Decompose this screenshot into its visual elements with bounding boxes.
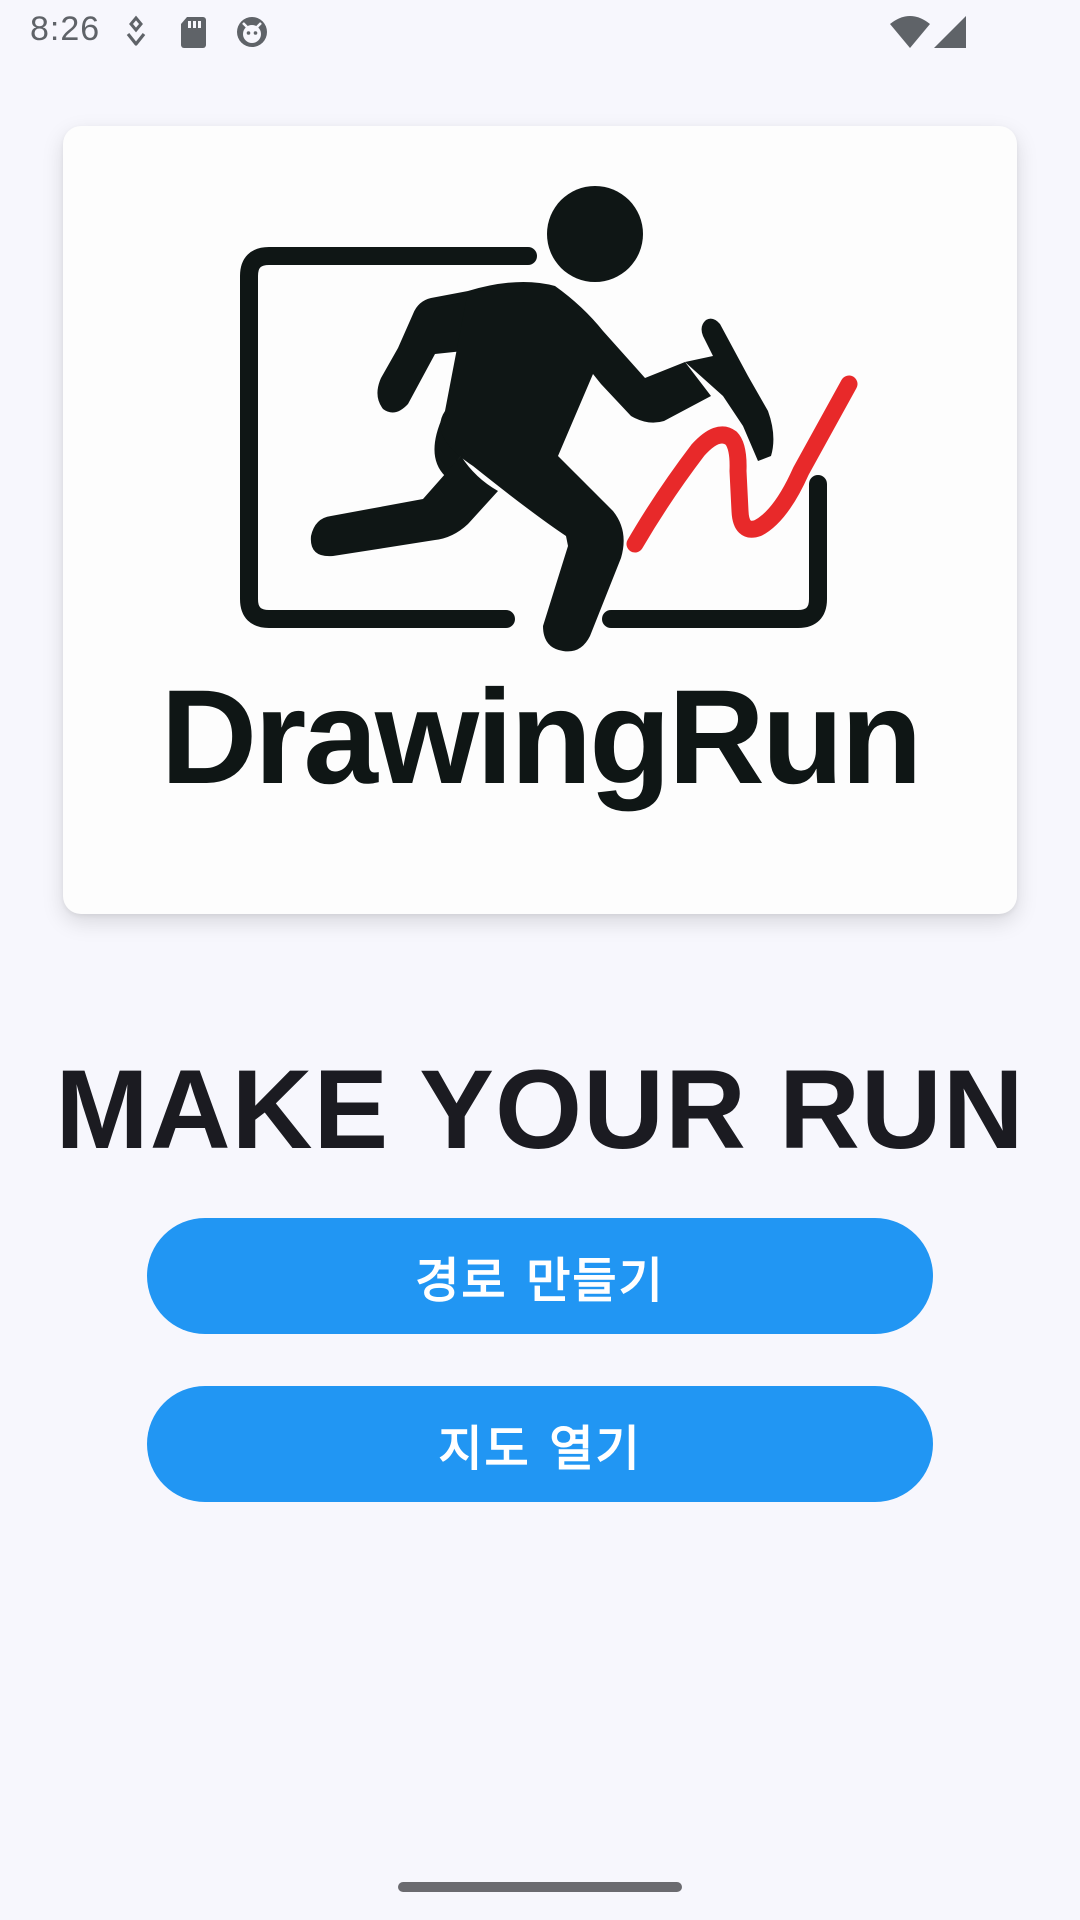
status-bar: 8:26 — [0, 0, 1080, 64]
logo-card: DrawingRun — [63, 126, 1017, 914]
headline: MAKE YOUR RUN — [55, 1047, 1025, 1172]
connection-icon — [126, 15, 146, 46]
open-map-button[interactable]: 지도 열기 — [147, 1386, 933, 1502]
cell-signal-icon — [934, 16, 966, 48]
logo-wordmark-text: DrawingRun — [160, 663, 922, 812]
wifi-icon — [890, 16, 930, 48]
sd-card-icon — [181, 17, 206, 48]
create-route-button[interactable]: 경로 만들기 — [147, 1218, 933, 1334]
status-time: 8:26 — [30, 10, 101, 48]
home-screen: 8:26 DrawingRun MAKE YOUR RUN 경로 만들기 지도 … — [0, 0, 1080, 1920]
logo-wordmark: DrawingRun — [63, 671, 1017, 805]
home-indicator[interactable] — [398, 1882, 682, 1892]
app-notification-icon — [237, 17, 267, 47]
